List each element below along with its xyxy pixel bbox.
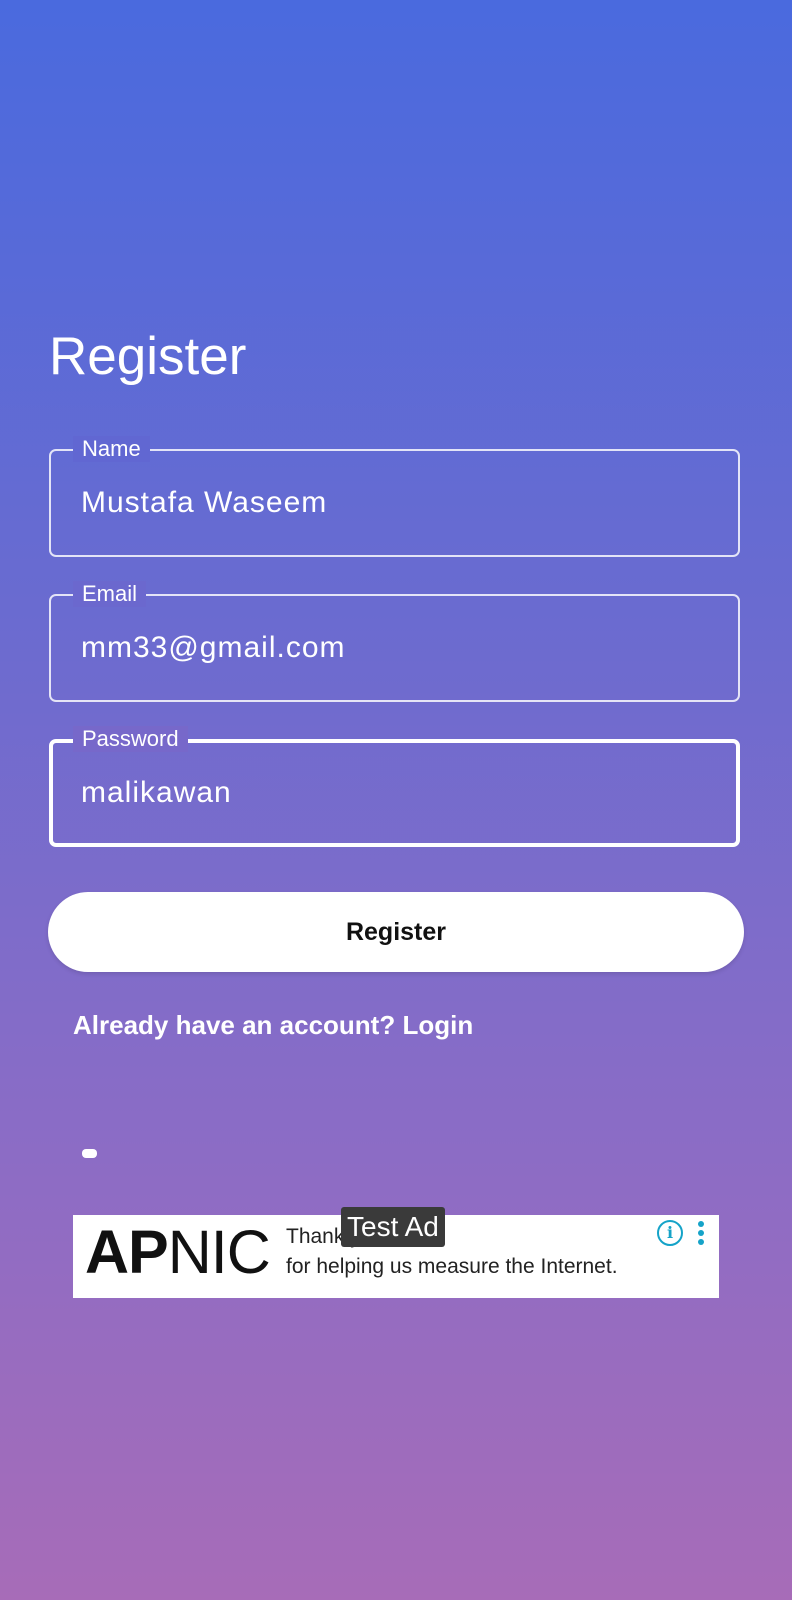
email-field[interactable]: Email mm33@gmail.com — [49, 581, 740, 702]
more-dot-icon — [698, 1239, 704, 1245]
small-indicator — [82, 1149, 97, 1158]
login-link[interactable]: Already have an account? Login — [73, 1010, 473, 1041]
apnic-logo-bold: AP — [85, 1218, 169, 1286]
info-icon[interactable]: i — [657, 1220, 683, 1246]
test-ad-badge: Test Ad — [341, 1207, 445, 1247]
password-field[interactable]: Password malikawan — [49, 726, 740, 847]
email-field-label: Email — [73, 581, 147, 607]
register-button[interactable]: Register — [48, 892, 744, 972]
ad-text-bottom: for helping us measure the Internet. — [286, 1255, 618, 1278]
name-field[interactable]: Name Mustafa Waseem — [49, 436, 740, 557]
name-field-label: Name — [73, 436, 150, 462]
name-value: Mustafa Waseem — [81, 486, 328, 519]
apnic-logo: APNIC — [85, 1222, 271, 1283]
password-value: malikawan — [81, 776, 232, 809]
more-dot-icon — [698, 1230, 704, 1236]
apnic-logo-light: NIC — [167, 1218, 271, 1286]
ad-banner[interactable]: APNIC Thank you for helping us measure t… — [73, 1207, 719, 1298]
more-vert-icon[interactable] — [698, 1221, 704, 1245]
more-dot-icon — [698, 1221, 704, 1227]
email-value: mm33@gmail.com — [81, 631, 346, 664]
password-field-label: Password — [73, 726, 188, 752]
page-title: Register — [49, 327, 247, 386]
